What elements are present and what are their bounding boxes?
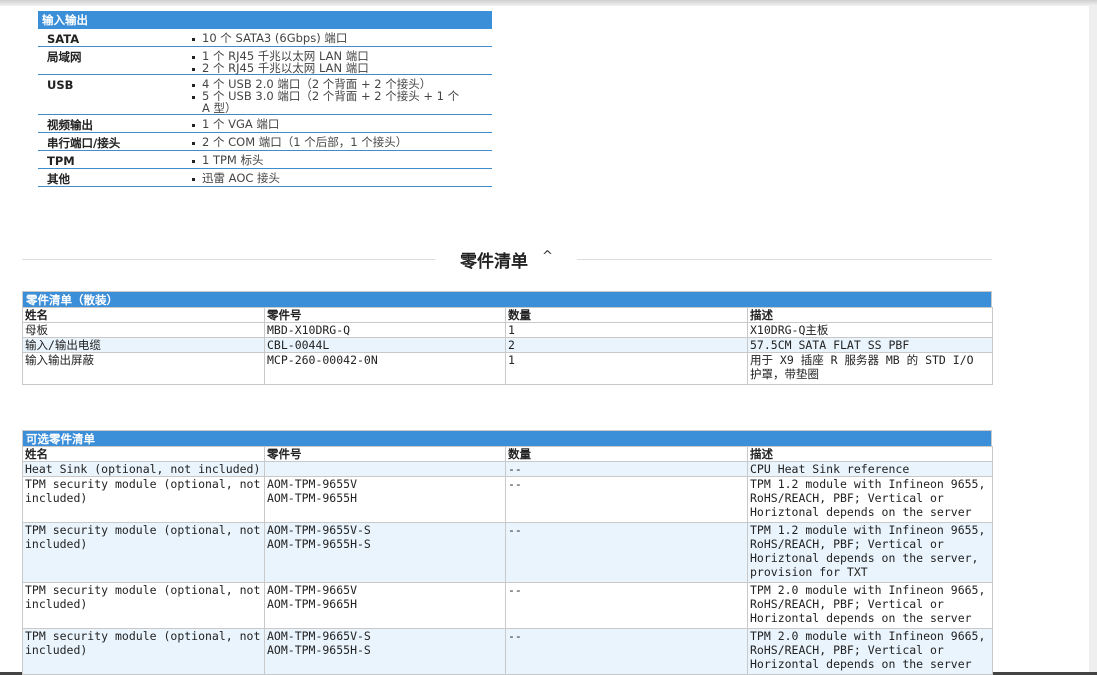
table-cell: --: [505, 461, 748, 477]
browser-top-edge: [0, 0, 1097, 6]
io-spec-row: 视频输出 1 个 VGA 端口: [38, 115, 492, 133]
table-row: TPM security module (optional, not inclu…: [22, 582, 993, 629]
table-cell: TPM 1.2 module with Infineon 9655, RoHS/…: [747, 476, 993, 523]
io-spec-table: 输入输出 SATA 10 个 SATA3 (6Gbps) 端口局域网 1 个 RJ4…: [38, 11, 492, 187]
table-cell: [264, 461, 506, 477]
table-row: TPM security module (optional, not inclu…: [22, 522, 993, 583]
io-spec-values: 1 个 VGA 端口: [188, 115, 492, 132]
io-spec-value: 2 个 RJ45 千兆以太网 LAN 端口: [188, 62, 492, 74]
parts-list-grid: 姓名 零件号 数量 描述 母板 MBD-X10DRG-Q 1 X10DRG-Q主板 输入/输出电…: [22, 307, 993, 385]
table-cell: AOM-TPM-9665V-S AOM-TPM-9655H-S: [264, 628, 506, 675]
column-header: 姓名: [22, 307, 265, 323]
io-spec-label: 局域网: [47, 50, 82, 64]
io-spec-row: 串行端口/接头 2 个 COM 端口（1 个后部，1 个接头）: [38, 133, 492, 151]
io-spec-values: 迅雷 AOC 接头: [188, 169, 492, 186]
io-spec-label: TPM: [47, 154, 75, 168]
io-spec-value: 5 个 USB 3.0 端口（2 个背面 + 2 个接头 + 1 个 A 型）: [188, 90, 492, 114]
divider-left: [22, 259, 435, 260]
table-cell: CPU Heat Sink reference: [747, 461, 993, 477]
io-spec-value: 迅雷 AOC 接头: [188, 172, 492, 184]
io-spec-label: 串行端口/接头: [47, 136, 121, 150]
io-spec-label: USB: [47, 78, 74, 92]
io-spec-values: 10 个 SATA3 (6Gbps) 端口: [188, 29, 492, 46]
parts-list-section-header[interactable]: 零件清单 ^: [22, 244, 992, 274]
table-cell: TPM 1.2 module with Infineon 9655, RoHS/…: [747, 522, 993, 583]
io-spec-row: 其他 迅雷 AOC 接头: [38, 169, 492, 187]
parts-list-table: 零件清单（散装） 姓名 零件号 数量 描述 母板 MBD-X10DRG-Q 1 X10DRG-…: [22, 291, 993, 385]
column-header: 姓名: [22, 446, 265, 462]
table-cell: TPM security module (optional, not inclu…: [22, 522, 265, 583]
table-row: TPM security module (optional, not inclu…: [22, 628, 993, 675]
table-cell: Heat Sink (optional, not included): [22, 461, 265, 477]
io-spec-value: 1 TPM 标头: [188, 154, 492, 166]
table-cell: --: [505, 522, 748, 583]
table-cell: --: [505, 628, 748, 675]
table-cell: --: [505, 582, 748, 629]
table-header-row: 姓名 零件号 数量 描述: [22, 446, 993, 462]
optional-parts-header: 可选零件清单: [22, 430, 992, 446]
table-cell: TPM security module (optional, not inclu…: [22, 476, 265, 523]
table-cell: TPM security module (optional, not inclu…: [22, 582, 265, 629]
optional-parts-table: 可选零件清单 姓名 零件号 数量 描述 Heat Sink (optional, not…: [22, 430, 993, 675]
table-cell: TPM 2.0 module with Infineon 9665, RoHS/…: [747, 582, 993, 629]
table-cell: AOM-TPM-9665V AOM-TPM-9665H: [264, 582, 506, 629]
io-spec-values: 1 个 RJ45 千兆以太网 LAN 端口 2 个 RJ45 千兆以太网 LAN …: [188, 47, 492, 74]
io-spec-label: 视频输出: [47, 118, 93, 132]
column-header: 描述: [747, 307, 993, 323]
io-spec-row: 局域网 1 个 RJ45 千兆以太网 LAN 端口 2 个 RJ45 千兆以太网 L…: [38, 47, 492, 75]
table-row: Heat Sink (optional, not included) -- CPU …: [22, 461, 993, 477]
column-header: 描述: [747, 446, 993, 462]
table-cell: AOM-TPM-9655V AOM-TPM-9655H: [264, 476, 506, 523]
table-cell: 母板: [22, 322, 265, 338]
io-spec-header: 输入输出: [38, 11, 492, 29]
table-cell: TPM security module (optional, not inclu…: [22, 628, 265, 675]
table-cell: CBL-0044L: [264, 337, 506, 353]
io-spec-values: 4 个 USB 2.0 端口（2 个背面 + 2 个接头） 5 个 USB 3.0…: [188, 75, 492, 114]
io-spec-values: 1 TPM 标头: [188, 151, 492, 168]
table-row: 输入输出屏蔽 MCP-260-00042-0N 1 用于 X9 插座 R 服务器 MB…: [22, 352, 993, 385]
column-header: 零件号: [264, 446, 506, 462]
column-header: 数量: [505, 307, 748, 323]
table-cell: 57.5CM SATA FLAT SS PBF: [747, 337, 993, 353]
parts-list-header: 零件清单（散装）: [22, 291, 992, 307]
table-cell: MCP-260-00042-0N: [264, 352, 506, 385]
table-row: TPM security module (optional, not inclu…: [22, 476, 993, 523]
table-cell: 输入/输出电缆: [22, 337, 265, 353]
table-cell: TPM 2.0 module with Infineon 9665, RoHS/…: [747, 628, 993, 675]
table-row: 输入/输出电缆 CBL-0044L 2 57.5CM SATA FLAT SS PBF: [22, 337, 993, 353]
io-spec-row: USB 4 个 USB 2.0 端口（2 个背面 + 2 个接头） 5 个 USB …: [38, 75, 492, 115]
io-spec-label: 其他: [47, 172, 70, 186]
table-cell: 2: [505, 337, 748, 353]
io-spec-rows: SATA 10 个 SATA3 (6Gbps) 端口局域网 1 个 RJ45 千兆以…: [38, 29, 492, 187]
io-spec-row: SATA 10 个 SATA3 (6Gbps) 端口: [38, 29, 492, 47]
table-cell: --: [505, 476, 748, 523]
table-row: 母板 MBD-X10DRG-Q 1 X10DRG-Q主板: [22, 322, 993, 338]
divider-right: [577, 259, 992, 260]
column-header: 数量: [505, 446, 748, 462]
io-spec-values: 2 个 COM 端口（1 个后部，1 个接头）: [188, 133, 492, 150]
table-cell: X10DRG-Q主板: [747, 322, 993, 338]
table-cell: 1: [505, 322, 748, 338]
chevron-up-icon[interactable]: ^: [542, 249, 553, 264]
table-cell: AOM-TPM-9655V-S AOM-TPM-9655H-S: [264, 522, 506, 583]
scrollbar-track[interactable]: [1089, 6, 1097, 675]
table-cell: 用于 X9 插座 R 服务器 MB 的 STD I/O 护罩，带垫圈: [747, 352, 993, 385]
io-spec-label: SATA: [47, 32, 80, 46]
section-title: 零件清单: [460, 252, 528, 272]
table-header-row: 姓名 零件号 数量 描述: [22, 307, 993, 323]
table-cell: 1: [505, 352, 748, 385]
io-spec-value: 10 个 SATA3 (6Gbps) 端口: [188, 32, 492, 44]
table-cell: 输入输出屏蔽: [22, 352, 265, 385]
column-header: 零件号: [264, 307, 506, 323]
io-spec-value: 2 个 COM 端口（1 个后部，1 个接头）: [188, 136, 492, 148]
optional-parts-grid: 姓名 零件号 数量 描述 Heat Sink (optional, not includ…: [22, 446, 993, 675]
io-spec-row: TPM 1 TPM 标头: [38, 151, 492, 169]
table-cell: MBD-X10DRG-Q: [264, 322, 506, 338]
io-spec-value: 1 个 VGA 端口: [188, 118, 492, 130]
